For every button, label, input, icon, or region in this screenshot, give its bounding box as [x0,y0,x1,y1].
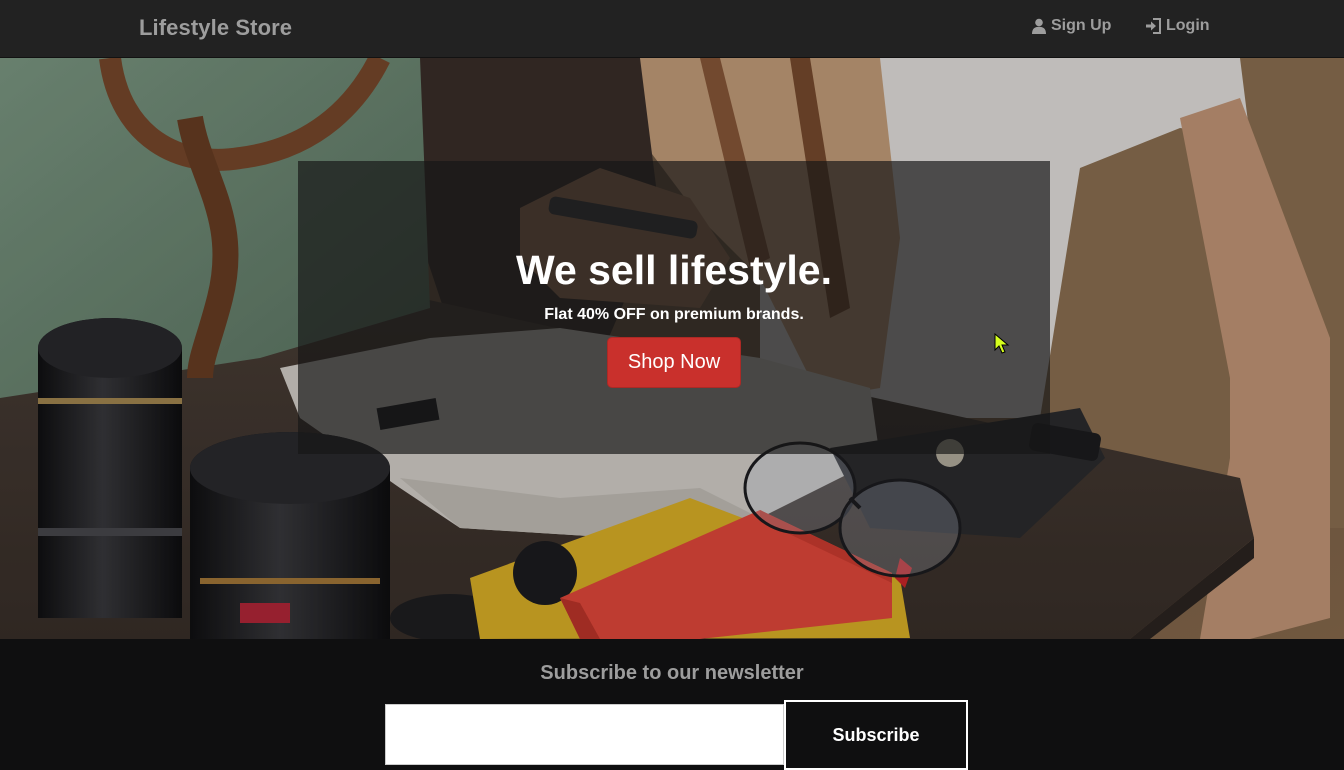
hero-subtitle: Flat 40% OFF on premium brands. [544,306,804,323]
mouse-cursor-icon [994,333,1010,354]
subscribe-button[interactable]: Subscribe [784,700,968,770]
hero-overlay-box: We sell lifestyle. Flat 40% OFF on premi… [298,161,1050,454]
brand-link[interactable]: Lifestyle Store [139,15,292,41]
login-label: Login [1166,17,1210,34]
newsletter-footer: Subscribe to our newsletter Subscribe [0,639,1344,770]
hero-banner: We sell lifestyle. Flat 40% OFF on premi… [0,58,1344,639]
user-icon [1031,18,1047,34]
navbar: Lifestyle Store Sign Up Login [0,0,1344,58]
signup-label: Sign Up [1051,17,1112,34]
hero-title: We sell lifestyle. [515,247,832,293]
newsletter-title: Subscribe to our newsletter [540,662,804,684]
newsletter-email-input[interactable] [385,704,784,765]
shop-now-button[interactable]: Shop Now [607,337,741,388]
login-link[interactable]: Login [1145,17,1210,35]
signup-link[interactable]: Sign Up [1031,17,1111,35]
login-icon [1145,18,1162,34]
